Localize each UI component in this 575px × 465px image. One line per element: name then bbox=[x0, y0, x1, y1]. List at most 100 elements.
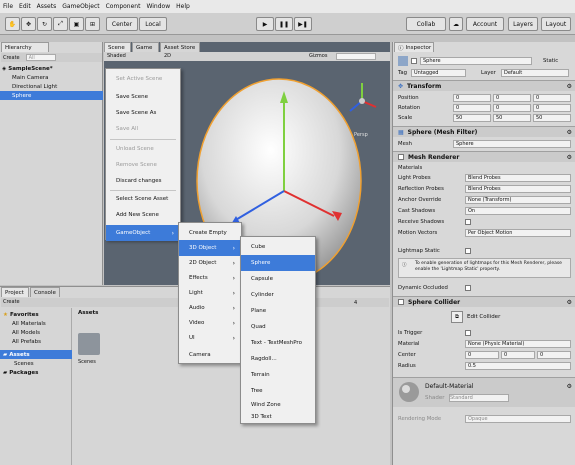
list-item[interactable]: Directional Light bbox=[0, 82, 103, 91]
menu-item-save-all[interactable]: Save All bbox=[106, 121, 180, 137]
menu-item-save-scene[interactable]: Save Scene bbox=[106, 89, 180, 105]
scale-tool-button[interactable]: ⤢ bbox=[53, 17, 68, 31]
menu-item-light[interactable]: Light › bbox=[179, 285, 241, 301]
menu-item-capsule[interactable]: Capsule bbox=[241, 271, 315, 287]
menu-item-video[interactable]: Video › bbox=[179, 315, 241, 331]
menu-item-quad[interactable]: Quad bbox=[241, 319, 315, 335]
cast-shadows-dropdown[interactable]: On bbox=[465, 206, 571, 215]
list-item-selected[interactable]: Sphere bbox=[0, 91, 103, 100]
tag-dropdown[interactable]: Untagged bbox=[411, 68, 466, 77]
gear-icon[interactable]: ⚙ bbox=[567, 154, 572, 161]
cloud-button[interactable]: ☁ bbox=[449, 17, 463, 31]
center-z[interactable]: 0 bbox=[537, 350, 571, 359]
menu-item-plane[interactable]: Plane bbox=[241, 303, 315, 319]
menu-file[interactable]: File bbox=[3, 3, 13, 10]
rotate-tool-button[interactable]: ↻ bbox=[37, 17, 52, 31]
gear-icon[interactable]: ⚙ bbox=[567, 83, 572, 90]
menu-edit[interactable]: Edit bbox=[19, 3, 31, 10]
menu-item-gameobject[interactable]: GameObject › bbox=[106, 225, 180, 241]
menu-item-add-new-scene[interactable]: Add New Scene bbox=[106, 207, 180, 223]
menu-item-select-scene-asset[interactable]: Select Scene Asset bbox=[106, 191, 180, 207]
menu-item-set-active-scene[interactable]: Set Active Scene bbox=[106, 71, 180, 87]
list-item[interactable]: Main Camera bbox=[0, 73, 103, 82]
menu-item-unload-scene[interactable]: Unload Scene bbox=[106, 141, 180, 157]
gizmos-dropdown[interactable]: Gizmos bbox=[309, 53, 327, 59]
receive-shadows-checkbox[interactable] bbox=[465, 218, 471, 225]
assets-folder[interactable]: ▰ Assets bbox=[0, 350, 72, 359]
menu-assets[interactable]: Assets bbox=[37, 3, 57, 10]
collider-material-field[interactable]: None (Physic Material) bbox=[465, 339, 571, 348]
sphere-collider-checkbox[interactable] bbox=[398, 299, 404, 305]
menu-item-terrain[interactable]: Terrain bbox=[241, 367, 315, 383]
mesh-renderer-header[interactable]: Mesh Renderer ⚙ bbox=[393, 151, 575, 162]
persp-label[interactable]: Persp bbox=[354, 132, 368, 138]
transform-header[interactable]: ✥ Transform ⚙ bbox=[393, 80, 575, 91]
rendering-mode-dropdown[interactable]: Opaque bbox=[465, 414, 571, 423]
scale-x[interactable]: 50 bbox=[453, 113, 491, 122]
menu-window[interactable]: Window bbox=[146, 3, 170, 10]
object-name-field[interactable]: Sphere bbox=[420, 56, 532, 65]
rotation-x[interactable]: 0 bbox=[453, 103, 491, 112]
active-checkbox[interactable] bbox=[411, 57, 417, 64]
static-checkbox[interactable]: Static bbox=[543, 58, 558, 64]
collab-dropdown[interactable]: Collab bbox=[406, 17, 446, 31]
layer-dropdown[interactable]: Default bbox=[501, 68, 569, 77]
tab-project[interactable]: Project bbox=[1, 287, 29, 297]
menu-item-save-scene-as[interactable]: Save Scene As bbox=[106, 105, 180, 121]
mesh-filter-header[interactable]: ▦ Sphere (Mesh Filter) ⚙ bbox=[393, 126, 575, 137]
motion-vectors-dropdown[interactable]: Per Object Motion bbox=[465, 228, 571, 237]
pivot-local-toggle[interactable]: Local bbox=[139, 17, 167, 31]
scale-y[interactable]: 50 bbox=[493, 113, 531, 122]
tab-asset-store[interactable]: Asset Store bbox=[160, 42, 200, 52]
reflection-probes-dropdown[interactable]: Blend Probes bbox=[465, 184, 571, 193]
mesh-renderer-checkbox[interactable] bbox=[398, 154, 404, 160]
transform-tool-button[interactable]: ⊞ bbox=[85, 17, 100, 31]
position-x[interactable]: 0 bbox=[453, 93, 491, 102]
menu-item-remove-scene[interactable]: Remove Scene bbox=[106, 157, 180, 173]
move-tool-button[interactable]: ✥ bbox=[21, 17, 36, 31]
sphere-collider-header[interactable]: Sphere Collider ⚙ bbox=[393, 296, 575, 307]
list-item[interactable]: All Materials bbox=[0, 319, 103, 328]
project-create-button[interactable]: Create bbox=[3, 299, 20, 305]
layers-dropdown[interactable]: Layers bbox=[508, 17, 538, 31]
shading-mode-dropdown[interactable]: Shaded bbox=[107, 53, 126, 59]
menu-item-3d-text[interactable]: 3D Text bbox=[241, 411, 315, 423]
tab-inspector[interactable]: ⓘ Inspector bbox=[394, 42, 434, 52]
anchor-override-field[interactable]: None (Transform) bbox=[465, 195, 571, 204]
menu-item-camera[interactable]: Camera bbox=[179, 347, 241, 363]
folder-icon[interactable] bbox=[78, 333, 100, 355]
tab-scene[interactable]: Scene bbox=[104, 42, 131, 52]
menu-item-create-empty[interactable]: Create Empty bbox=[179, 225, 241, 241]
menu-item-textmeshpro[interactable]: Text - TextMeshPro bbox=[241, 335, 315, 351]
center-y[interactable]: 0 bbox=[501, 350, 535, 359]
shader-dropdown[interactable]: Standard bbox=[449, 394, 509, 402]
position-z[interactable]: 0 bbox=[533, 93, 571, 102]
pivot-center-toggle[interactable]: Center bbox=[106, 17, 138, 31]
edit-collider-button[interactable]: ⧉ Edit Collider bbox=[451, 310, 500, 324]
menu-item-cylinder[interactable]: Cylinder bbox=[241, 287, 315, 303]
hierarchy-search-input[interactable]: All bbox=[25, 54, 56, 61]
lightmap-static-checkbox[interactable] bbox=[465, 247, 471, 254]
tab-console[interactable]: Console bbox=[30, 287, 60, 297]
tab-game[interactable]: Game bbox=[132, 42, 159, 52]
menu-component[interactable]: Component bbox=[106, 3, 141, 10]
position-y[interactable]: 0 bbox=[493, 93, 531, 102]
menu-item-sphere[interactable]: Sphere bbox=[241, 255, 315, 271]
menu-item-effects[interactable]: Effects › bbox=[179, 270, 241, 286]
gear-icon[interactable]: ⚙ bbox=[567, 299, 572, 306]
hand-tool-button[interactable]: ✋ bbox=[5, 17, 20, 31]
account-dropdown[interactable]: Account bbox=[466, 17, 504, 31]
is-trigger-checkbox[interactable] bbox=[465, 329, 471, 336]
scene-row[interactable]: ◈ SampleScene* bbox=[0, 64, 103, 73]
scale-z[interactable]: 50 bbox=[533, 113, 571, 122]
step-button[interactable]: ▶❚ bbox=[294, 17, 312, 31]
play-button[interactable]: ▶ bbox=[256, 17, 274, 31]
hierarchy-create-button[interactable]: Create bbox=[3, 55, 20, 61]
center-x[interactable]: 0 bbox=[465, 350, 499, 359]
menu-item-discard-changes[interactable]: Discard changes bbox=[106, 173, 180, 189]
gear-icon[interactable]: ⚙ bbox=[567, 383, 572, 390]
menu-item-3d-object[interactable]: 3D Object › bbox=[179, 240, 241, 256]
menu-gameobject[interactable]: GameObject bbox=[62, 3, 99, 10]
pause-button[interactable]: ❚❚ bbox=[275, 17, 293, 31]
menu-item-ui[interactable]: UI › bbox=[179, 330, 241, 346]
